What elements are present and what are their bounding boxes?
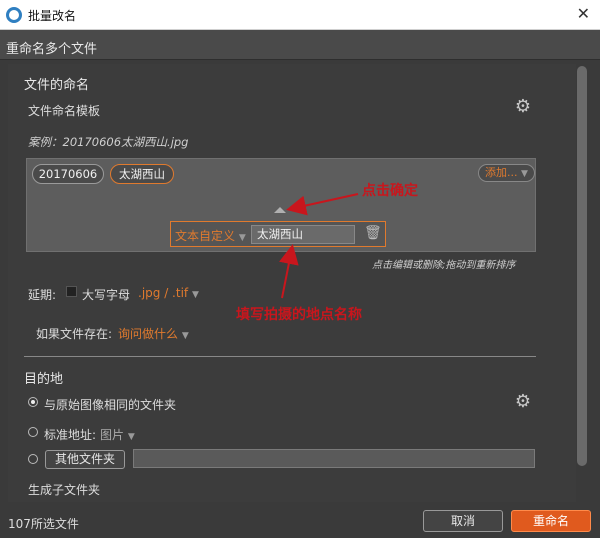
dialog-header: 重命名多个文件: [0, 30, 600, 60]
destination-section-title: 目的地: [24, 372, 64, 387]
subfolder-label: 生成子文件夹: [28, 483, 101, 497]
close-icon[interactable]: ✕: [577, 4, 590, 23]
chevron-down-icon: ▼: [181, 331, 189, 341]
token-date[interactable]: 20170606: [32, 164, 104, 184]
radio-same-folder[interactable]: [28, 397, 38, 407]
expand-caret-icon[interactable]: [274, 207, 286, 213]
uppercase-checkbox[interactable]: [66, 286, 77, 297]
add-token-label: 添加...: [485, 166, 518, 179]
token-text-input[interactable]: 太湖西山: [251, 225, 355, 244]
gear-icon[interactable]: ⚙: [514, 98, 532, 116]
extension-dropdown[interactable]: .jpg / .tif ▼: [138, 286, 199, 300]
chevron-down-icon: ▼: [521, 169, 528, 179]
trash-icon[interactable]: 🗑: [364, 225, 382, 241]
token-type-dropdown[interactable]: 文本自定义 ▼: [175, 227, 246, 244]
dialog-heading: 重命名多个文件: [6, 42, 98, 57]
extension-value: .jpg / .tif: [138, 286, 189, 300]
token-type-label: 文本自定义: [175, 229, 236, 243]
add-token-button[interactable]: 添加... ▼: [478, 164, 535, 182]
if-exists-dropdown[interactable]: 询问做什么 ▼: [118, 325, 189, 342]
standard-location-label: 标准地址:: [44, 428, 97, 442]
other-folder-button[interactable]: 其他文件夹: [45, 450, 125, 469]
window-title: 批量改名: [28, 9, 77, 23]
same-folder-label: 与原始图像相同的文件夹: [44, 398, 177, 412]
rename-button[interactable]: 重命名: [511, 510, 591, 532]
token-custom-text[interactable]: 太湖西山: [110, 164, 174, 184]
annotation-fill-location: 填写拍摄的地点名称: [236, 307, 362, 323]
example-text: 案例：20170606太湖西山.jpg: [28, 135, 189, 149]
naming-section-title: 文件的命名: [24, 78, 90, 93]
template-hint: 点击编辑或删除;拖动到重新排序: [372, 260, 516, 271]
radio-other-folder[interactable]: [28, 454, 38, 464]
template-label: 文件命名模板: [28, 104, 101, 118]
chevron-down-icon: ▼: [238, 233, 246, 243]
scrollbar[interactable]: [577, 66, 587, 466]
title-bar: 批量改名 ✕: [0, 0, 600, 30]
chevron-down-icon: ▼: [127, 432, 135, 442]
if-exists-value: 询问做什么: [118, 327, 179, 341]
selected-count: 107所选文件: [8, 517, 79, 531]
if-exists-label: 如果文件存在:: [36, 327, 113, 341]
standard-location-value: 图片: [100, 428, 125, 442]
folder-path-field[interactable]: [133, 449, 535, 468]
token-edit-row: 文本自定义 ▼ 太湖西山 🗑: [170, 221, 386, 247]
chevron-down-icon: ▼: [191, 290, 199, 300]
uppercase-label: 大写字母: [82, 288, 131, 302]
extension-label: 延期:: [28, 288, 57, 302]
cancel-button[interactable]: 取消: [423, 510, 503, 532]
gear-icon[interactable]: ⚙: [514, 393, 532, 411]
standard-location-dropdown[interactable]: 图片 ▼: [100, 426, 135, 443]
app-icon: [6, 7, 22, 23]
radio-standard-location[interactable]: [28, 427, 38, 437]
annotation-confirm: 点击确定: [362, 183, 418, 199]
dialog-footer: [0, 503, 600, 538]
section-divider: [24, 356, 536, 357]
